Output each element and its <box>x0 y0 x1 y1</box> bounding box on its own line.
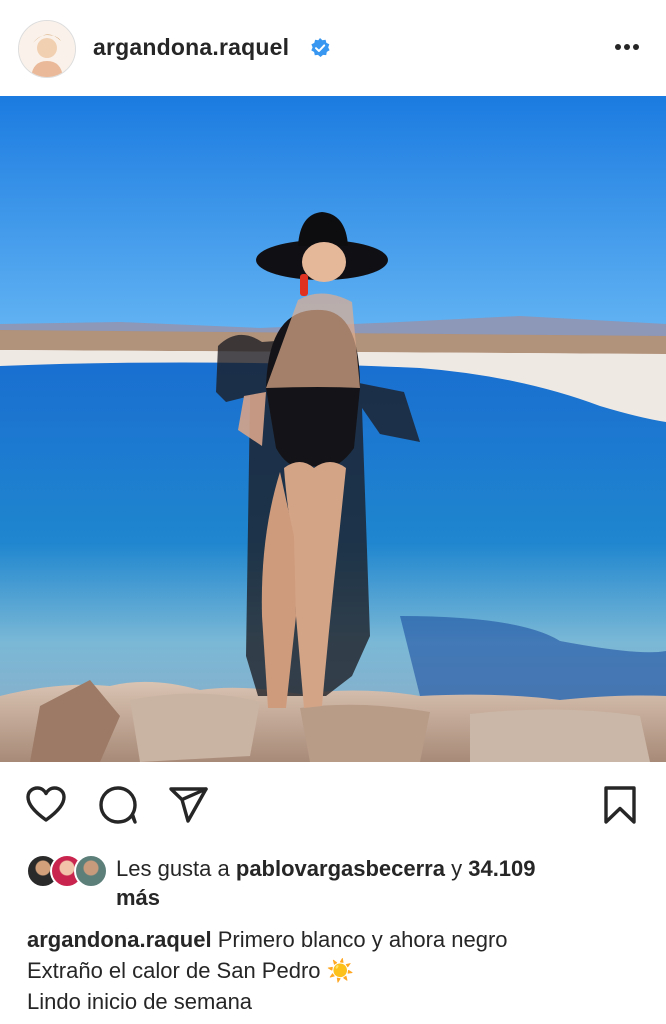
caption-text-1: Primero blanco y ahora negro <box>211 927 508 952</box>
caption-username[interactable]: argandona.raquel <box>27 927 212 952</box>
likes-suffix[interactable]: más <box>116 885 160 910</box>
post-image[interactable] <box>0 96 666 762</box>
caption-line-2: Extraño el calor de San Pedro ☀️ <box>27 955 647 986</box>
more-options-icon[interactable] <box>612 36 642 58</box>
likes-text: Les gusta a pablovargasbecerra y 34.109 m… <box>116 854 636 912</box>
bookmark-icon[interactable] <box>599 784 641 826</box>
liker-avatar[interactable] <box>74 854 108 888</box>
likes-prefix: Les gusta a <box>116 856 236 881</box>
post-caption: argandona.raquel Primero blanco y ahora … <box>27 924 647 1017</box>
heart-icon[interactable] <box>25 784 67 826</box>
caption-text-2: Extraño el calor de San Pedro <box>27 958 327 983</box>
verified-badge-icon <box>311 38 330 57</box>
send-icon[interactable] <box>167 784 209 826</box>
likes-count[interactable]: 34.109 <box>468 856 535 881</box>
header-username[interactable]: argandona.raquel <box>93 34 289 61</box>
liker-avatars[interactable] <box>26 854 108 888</box>
caption-line-1: argandona.raquel Primero blanco y ahora … <box>27 924 647 955</box>
post-header: argandona.raquel <box>0 0 666 96</box>
avatar[interactable] <box>18 20 76 78</box>
post-actions <box>0 762 666 846</box>
likes-summary: Les gusta a pablovargasbecerra y 34.109 m… <box>0 850 666 910</box>
comment-icon[interactable] <box>97 784 139 826</box>
likes-middle: y <box>444 856 469 881</box>
liker-username[interactable]: pablovargasbecerra <box>236 856 445 881</box>
caption-line-3: Lindo inicio de semana <box>27 989 253 1014</box>
sun-emoji-icon: ☀️ <box>326 958 355 983</box>
